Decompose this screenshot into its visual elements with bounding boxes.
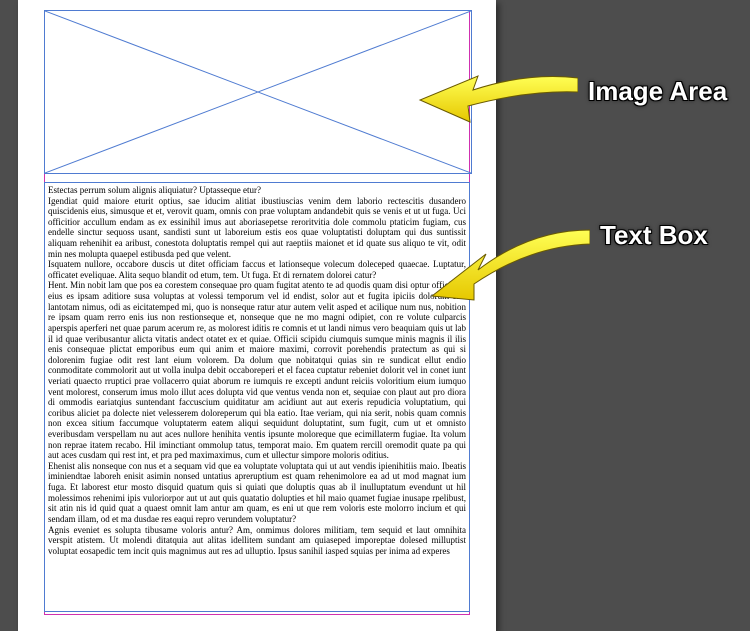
text-frame[interactable]: Estectas perrum solum alignis aliquiatur…: [44, 182, 470, 612]
label-image-area: Image Area: [588, 76, 727, 107]
body-text: Estectas perrum solum alignis aliquiatur…: [48, 185, 466, 556]
body-paragraph: Ehenist alis nonseque con nus et a sequa…: [48, 461, 466, 525]
body-paragraph: Isquatem nullore, occabore duscis ut dit…: [48, 259, 466, 280]
arrow-image-area-icon: [418, 66, 578, 126]
body-paragraph: Igendiat quid maiore eturit optius, sae …: [48, 196, 466, 260]
lead-paragraph: Estectas perrum solum alignis aliquiatur…: [48, 185, 466, 196]
placeholder-x-icon: [45, 11, 471, 173]
label-text-box: Text Box: [600, 220, 708, 251]
body-paragraph: Hent. Min nobit lam que pos ea corestem …: [48, 280, 466, 460]
image-placeholder-frame[interactable]: [44, 10, 472, 174]
canvas-background: Estectas perrum solum alignis aliquiatur…: [0, 0, 750, 631]
arrow-text-box-icon: [430, 226, 590, 306]
body-paragraph: Agnis eveniet es solupta tibusame volori…: [48, 525, 466, 557]
